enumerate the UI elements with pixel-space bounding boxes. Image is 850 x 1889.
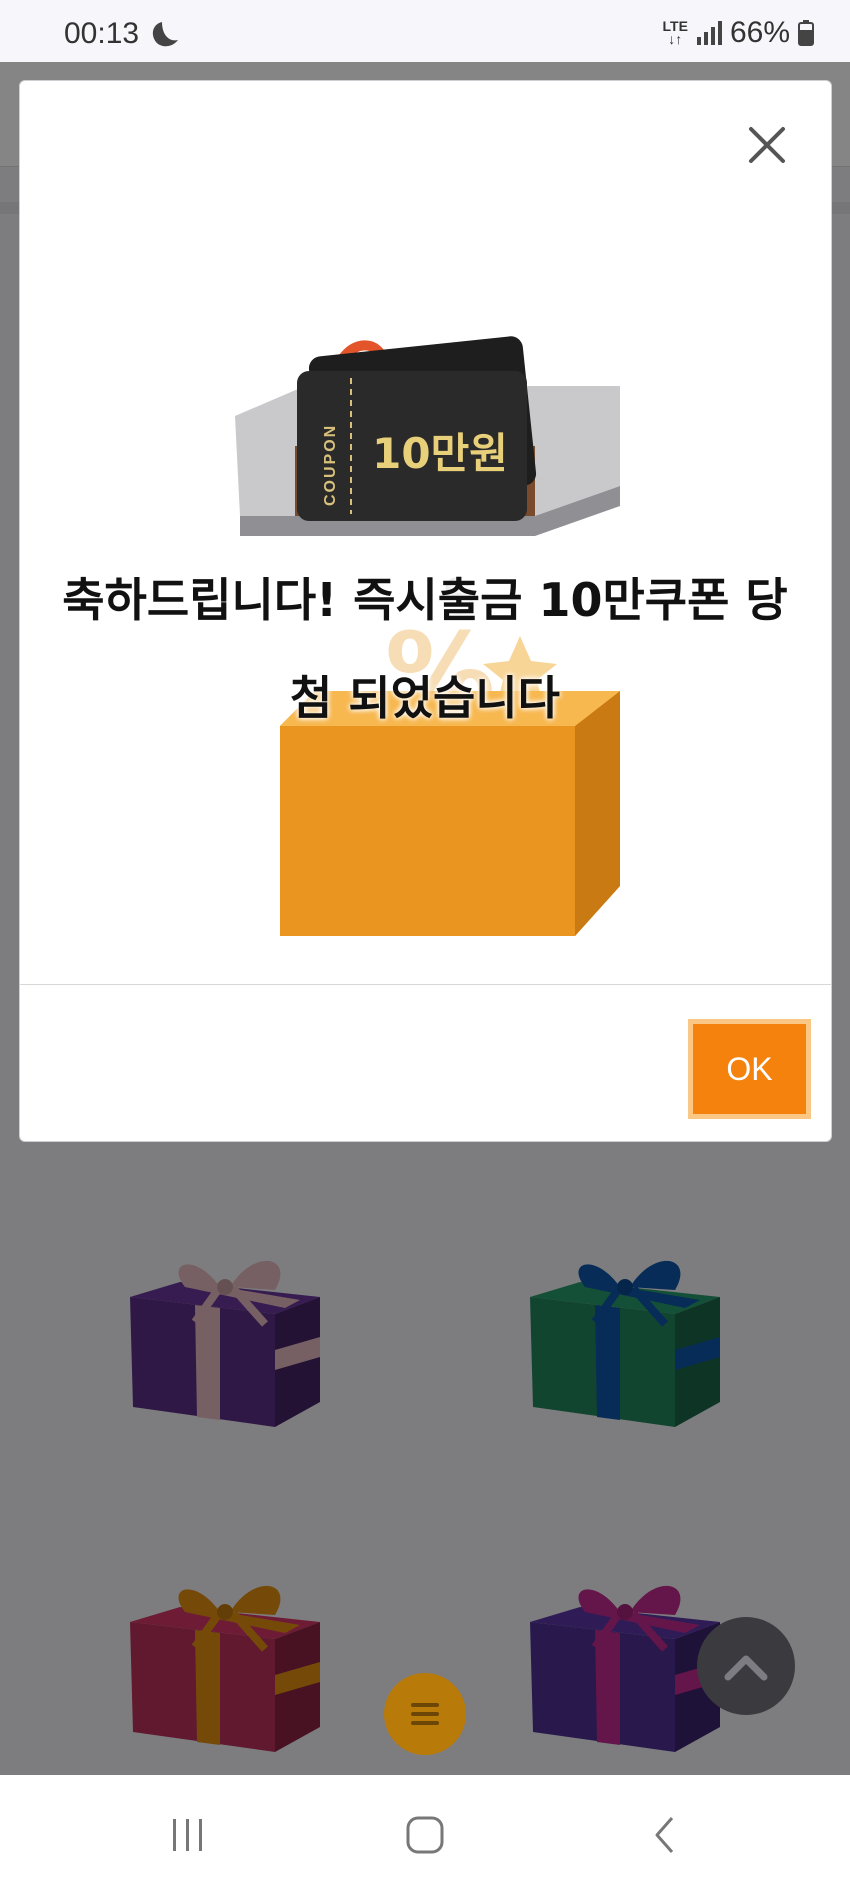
back-icon [655, 1817, 674, 1853]
ok-button[interactable]: OK [688, 1019, 811, 1119]
status-time: 00:13 [64, 17, 140, 50]
coupon-dialog: COUPON 10만원 % 축하드립니다! 즉시출금 10만쿠폰 당 첨 되었습… [19, 80, 832, 1142]
battery-icon [798, 20, 814, 46]
signal-icon [696, 21, 722, 45]
recent-apps-button[interactable] [158, 1805, 218, 1865]
scroll-to-top-button[interactable] [697, 1617, 795, 1715]
home-button[interactable] [395, 1805, 455, 1865]
status-bar: 00:13 LTE ↓↑ 66% [0, 0, 850, 62]
status-indicators: LTE ↓↑ 66% [663, 16, 814, 50]
message-line-1: 축하드립니다! 즉시출금 10만쿠폰 당 [62, 573, 788, 627]
menu-fab-button[interactable] [384, 1673, 466, 1755]
close-button[interactable] [743, 121, 791, 169]
chevron-up-icon [724, 1655, 768, 1681]
close-icon [749, 127, 785, 163]
home-icon [406, 1816, 444, 1854]
network-type: LTE ↓↑ [663, 19, 688, 47]
message-line-2: 첨 되었습니다 [290, 671, 560, 725]
battery-percent: 66% [729, 16, 790, 49]
coupon-label-text: COUPON [322, 424, 339, 506]
network-arrows: ↓↑ [668, 31, 683, 47]
recent-apps-icon [173, 1819, 202, 1851]
system-nav-bar [0, 1775, 850, 1889]
menu-icon [411, 1703, 439, 1725]
dialog-divider [20, 984, 831, 985]
back-button[interactable] [635, 1805, 695, 1865]
moon-icon [148, 20, 182, 54]
coupon-amount-text: 10만원 [372, 429, 508, 478]
congratulations-message: 축하드립니다! 즉시출금 10만쿠폰 당 첨 되었습니다 [30, 551, 820, 747]
